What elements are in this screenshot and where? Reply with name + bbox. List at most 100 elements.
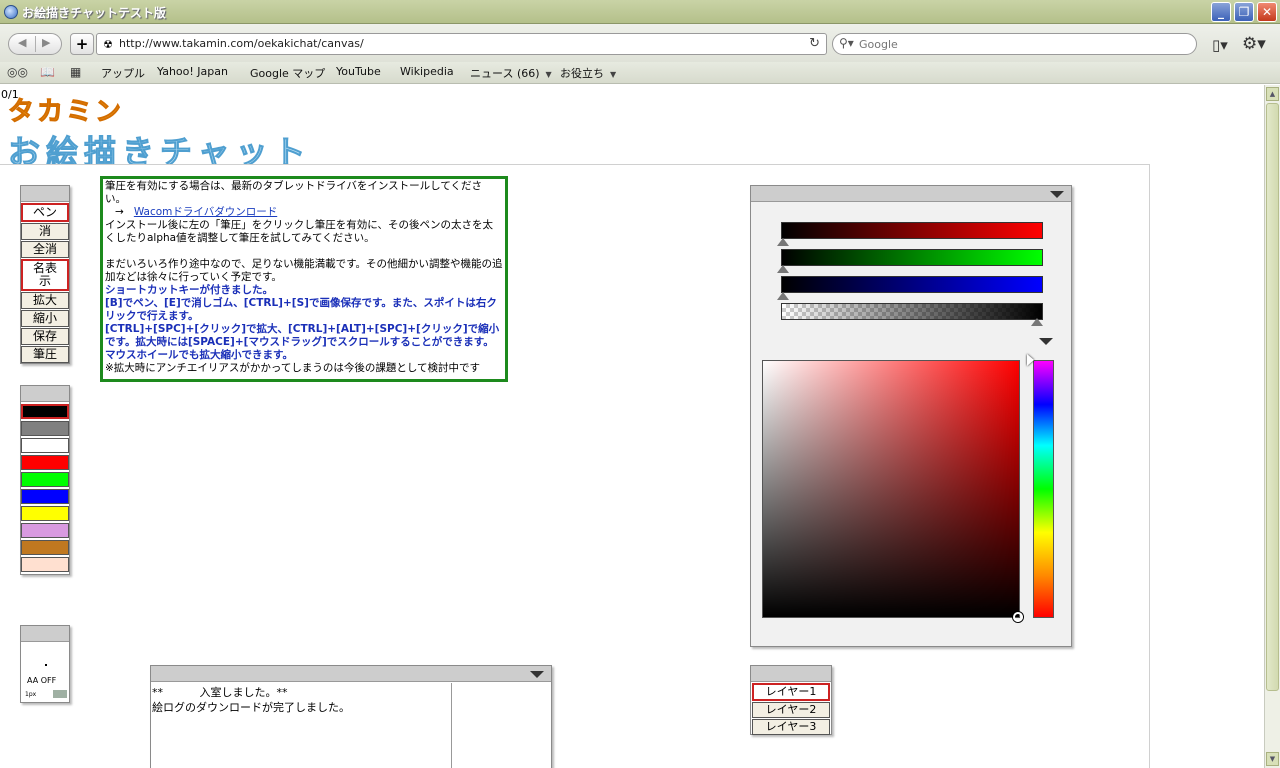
chat-log: ** 入室しました。** 絵ログのダウンロードが完了しました。 [151,683,452,768]
bookmark-folder-label: ニュース (66) [470,67,540,80]
panel-header[interactable] [151,666,551,682]
bookmark-item[interactable]: アップル [101,65,145,81]
address-url[interactable]: http://www.takamin.com/oekakichat/canvas… [119,37,364,50]
pen-button[interactable]: ペン [21,203,69,222]
info-text: 筆圧を有効にする場合は、最新のタブレットドライバをインストールしてください。 [105,180,483,205]
close-button[interactable]: ✕ [1257,2,1277,22]
brush-size-control[interactable] [53,690,67,698]
color-palette [20,385,70,575]
layer-3-button[interactable]: レイヤー3 [752,719,830,735]
info-text: インストール後に左の「筆圧」をクリックし筆圧を有効に、その後ペンの太さを太くした… [105,219,493,244]
color-swatch[interactable] [21,540,69,555]
tool-panel: ペン 消 全消 名表示 拡大 縮小 保存 筆圧 [20,185,70,364]
zoom-out-button[interactable]: 縮小 [21,310,69,327]
restore-button[interactable]: ❐ [1234,2,1254,22]
color-picker-panel [750,185,1072,647]
info-notice: 筆圧を有効にする場合は、最新のタブレットドライバをインストールしてください。 →… [100,176,508,382]
page-menu-icon[interactable]: ▯▾ [1212,36,1228,54]
bookmark-item[interactable]: YouTube [336,65,381,78]
eraser-button[interactable]: 消 [21,223,69,240]
info-text: ※拡大時にアンチエイリアスがかかってしまうのは今後の課題として検討中です [105,362,481,374]
top-sites-grid-icon[interactable]: ▦ [70,65,81,79]
layer-panel: レイヤー1 レイヤー2 レイヤー3 [750,665,832,735]
alpha-slider-handle[interactable] [1031,318,1043,326]
layer-2-button[interactable]: レイヤー2 [752,702,830,718]
window-titlebar: お絵描きチャットテスト版 _ ❐ ✕ [0,0,1280,24]
bookmarks-book-icon[interactable]: 📖 [40,65,55,79]
brand-logo: タカミン [7,97,125,128]
color-swatch[interactable] [21,506,69,521]
color-swatch[interactable] [21,421,69,436]
color-swatch[interactable] [21,438,69,453]
green-slider[interactable] [781,249,1043,266]
color-swatch[interactable] [21,489,69,504]
add-bookmark-button[interactable]: + [70,33,94,55]
scroll-up-icon[interactable]: ▲ [1266,87,1279,101]
arrow-text: → [115,206,124,218]
bookmark-folder-useful[interactable]: お役立ち ▼ [560,65,616,81]
color-cursor[interactable] [1013,612,1023,622]
color-swatch[interactable] [21,404,69,419]
minimize-button[interactable]: _ [1211,2,1231,22]
blue-slider-handle[interactable] [777,292,789,300]
color-swatch[interactable] [21,523,69,538]
brush-panel: AA OFF 1px [20,625,70,703]
brush-preview [45,664,47,666]
info-shortcut-text: [CTRL]+[SPC]+[クリック]で拡大、[CTRL]+[ALT]+[SPC… [105,323,500,361]
panel-header[interactable] [21,186,69,202]
search-box[interactable]: ⚲▾ [832,33,1197,55]
red-slider[interactable] [781,222,1043,239]
green-slider-handle[interactable] [777,265,789,273]
info-shortcut-text: [B]でペン、[E]で消しゴム、[CTRL]+[S]で画像保存です。また、スポイ… [105,297,497,322]
color-swatch[interactable] [21,455,69,470]
panel-header[interactable] [21,626,69,642]
red-slider-handle[interactable] [777,238,789,246]
clear-all-button[interactable]: 全消 [21,241,69,258]
color-swatch[interactable] [21,557,69,572]
page-viewport: 0/1 タカミン お絵描きチャット ペン 消 全消 名表示 拡大 縮小 保存 筆… [0,85,1264,768]
color-swatch[interactable] [21,472,69,487]
panel-header[interactable] [21,386,69,402]
address-bar[interactable]: ☢ http://www.takamin.com/oekakichat/canv… [96,33,827,55]
hue-slider[interactable] [1033,360,1054,618]
hue-slider-handle[interactable] [1027,354,1034,366]
collapse-icon[interactable] [1050,191,1064,198]
search-input[interactable] [859,36,1179,52]
bookmark-item[interactable]: Wikipedia [400,65,454,78]
collapse-icon[interactable] [530,671,544,678]
vertical-scrollbar[interactable]: ▲ ▼ [1264,85,1280,768]
alpha-slider[interactable] [781,303,1043,320]
panel-header[interactable] [751,666,831,682]
reload-icon[interactable]: ↻ [809,36,820,51]
back-forward-group: ◀ ▶ [8,33,62,55]
bookmark-item[interactable]: Google マップ [250,65,325,81]
antialias-toggle[interactable]: AA OFF [27,676,56,685]
info-link-row: → Wacomドライバダウンロード [105,206,503,219]
layer-1-button[interactable]: レイヤー1 [752,683,830,701]
brush-size-label: 1px [25,691,37,698]
scrollbar-thumb[interactable] [1266,103,1279,691]
window-title: お絵描きチャットテスト版 [22,6,166,20]
saturation-value-area[interactable] [762,360,1023,622]
search-icon[interactable]: ⚲▾ [839,36,854,50]
back-icon[interactable]: ◀ [18,36,26,49]
scroll-down-icon[interactable]: ▼ [1266,752,1279,766]
collapse-icon[interactable] [1039,338,1053,345]
chat-message: 絵ログのダウンロードが完了しました。 [152,701,350,714]
info-text: まだいろいろ作り途中なので、足りない機能満載です。その他細かい調整や機能の追加な… [105,258,503,283]
blue-slider[interactable] [781,276,1043,293]
show-names-button[interactable]: 名表示 [21,259,69,291]
pen-pressure-button[interactable]: 筆圧 [21,346,69,363]
save-button[interactable]: 保存 [21,328,69,345]
bookmark-folder-news[interactable]: ニュース (66) ▼ [470,65,552,81]
reader-glasses-icon[interactable]: ◎◎ [7,65,28,79]
site-favicon-icon: ☢ [103,38,113,51]
forward-icon[interactable]: ▶ [42,36,50,49]
zoom-in-button[interactable]: 拡大 [21,292,69,309]
gear-icon[interactable]: ⚙▾ [1242,34,1266,54]
info-shortcut-heading: ショートカットキーが付きました。 [105,284,273,296]
panel-header[interactable] [751,186,1071,202]
wacom-driver-link[interactable]: Wacomドライバダウンロード [134,206,277,218]
bookmark-item[interactable]: Yahoo! Japan [157,65,228,78]
